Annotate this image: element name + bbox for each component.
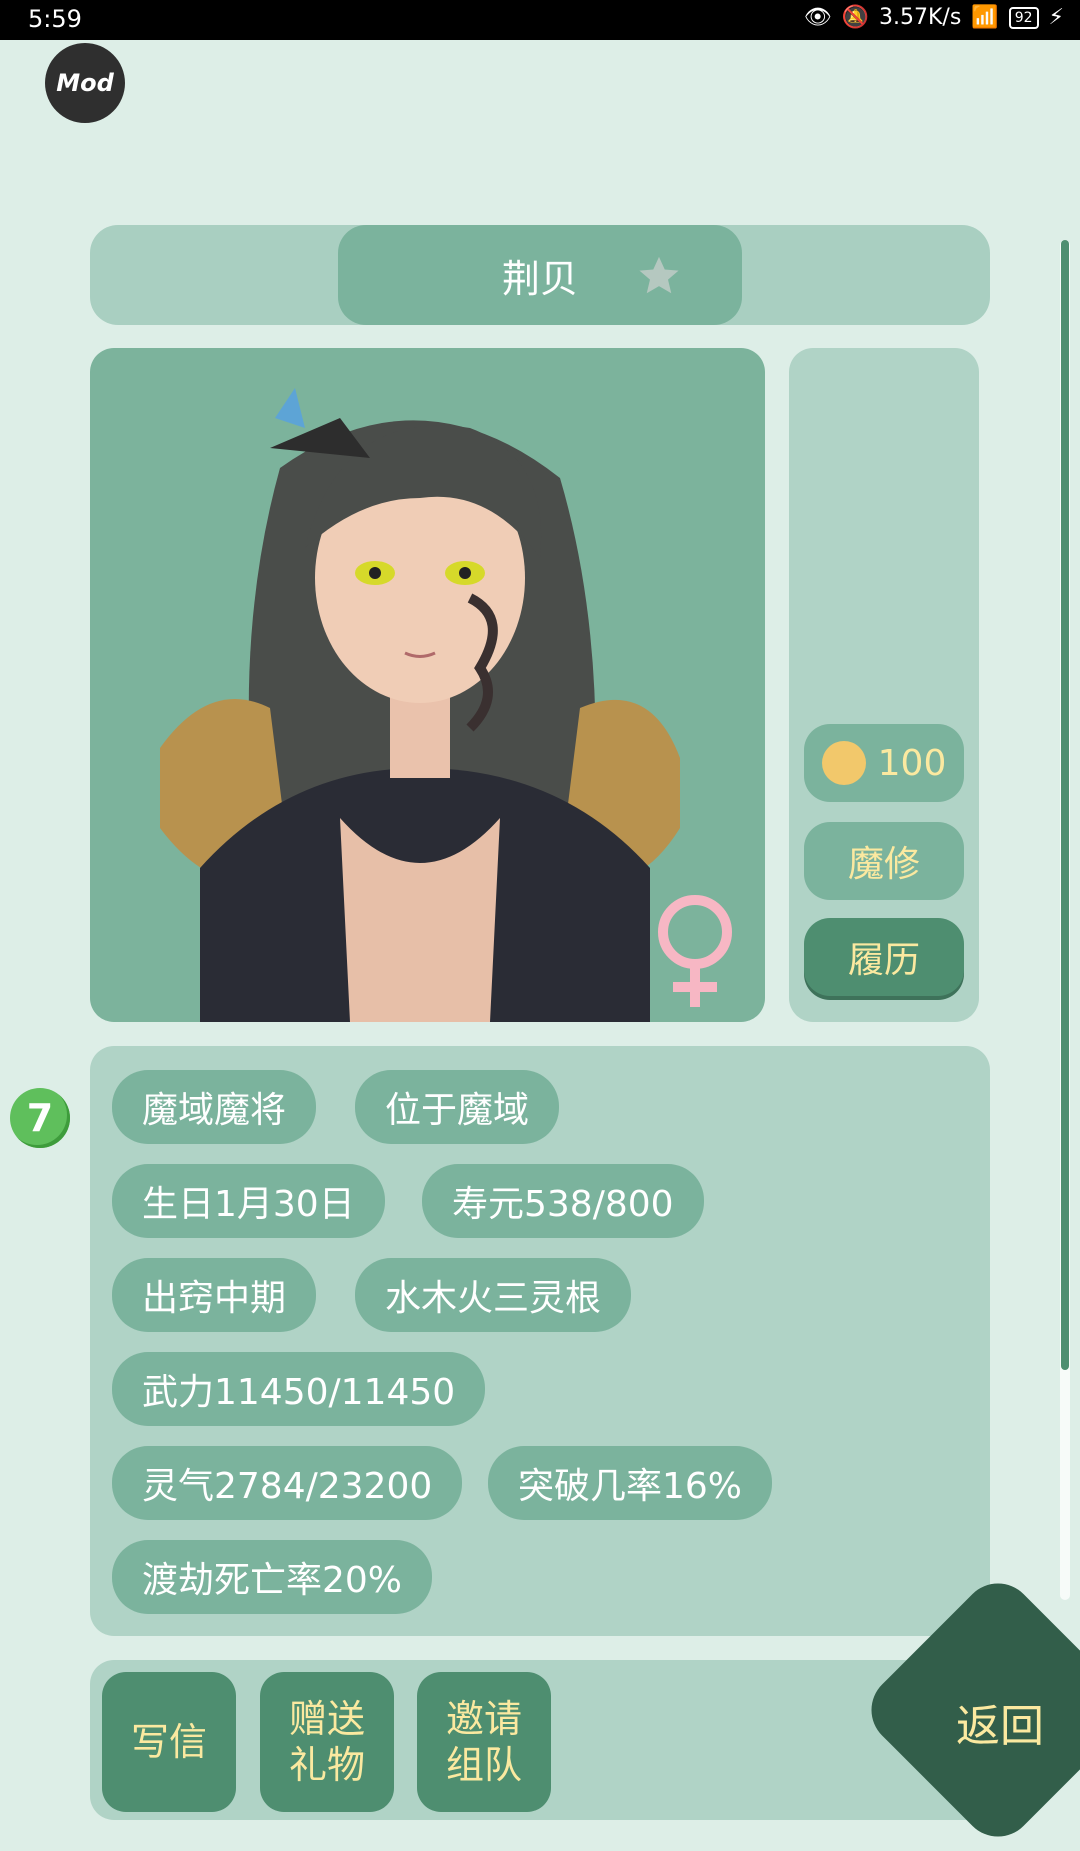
cultivation-type-button[interactable]: 魔修 bbox=[804, 822, 964, 900]
write-letter-label: 写信 bbox=[130, 1720, 207, 1764]
history-button[interactable]: 履历 bbox=[804, 918, 964, 996]
status-right-group: 👁 🔕 3.57K/s 📶 92 ⚡ bbox=[804, 5, 1064, 30]
side-panel: 100 魔修 履历 bbox=[789, 348, 979, 1022]
info-panel: 魔域魔将 位于魔域 生日1月30日 寿元538/800 出窍中期 水木火三灵根 … bbox=[90, 1046, 990, 1636]
invite-team-button[interactable]: 邀请 组队 bbox=[417, 1672, 551, 1812]
write-letter-button[interactable]: 写信 bbox=[102, 1672, 236, 1812]
mod-menu-button[interactable]: Mod bbox=[45, 43, 125, 123]
scrollbar-thumb[interactable] bbox=[1061, 240, 1069, 1370]
level-badge[interactable]: 7 bbox=[10, 1088, 70, 1148]
invite-label-line2: 组队 bbox=[445, 1743, 522, 1787]
gift-label: 赠送 礼物 bbox=[289, 1696, 365, 1788]
tag-realm: 出窍中期 bbox=[112, 1258, 317, 1332]
character-name: 荆贝 bbox=[501, 256, 578, 301]
tag-location: 位于魔域 bbox=[355, 1070, 560, 1144]
favorability-value: 100 bbox=[877, 742, 947, 784]
gift-button[interactable]: 赠送 礼物 bbox=[260, 1672, 394, 1812]
tag-breakthrough-rate: 突破几率16% bbox=[488, 1446, 773, 1520]
status-time: 5:59 bbox=[28, 5, 82, 33]
smile-icon bbox=[821, 741, 866, 785]
star-icon[interactable] bbox=[636, 253, 682, 299]
invite-label-line1: 邀请 bbox=[445, 1697, 522, 1741]
tag-power: 武力11450/11450 bbox=[112, 1352, 486, 1426]
invite-label: 邀请 组队 bbox=[446, 1696, 522, 1788]
battery-icon: 92 bbox=[1008, 6, 1039, 29]
cultivation-type-label: 魔修 bbox=[847, 844, 920, 885]
wifi-icon: 📶 bbox=[971, 5, 999, 30]
tag-lifespan: 寿元538/800 bbox=[422, 1164, 704, 1238]
eye-icon: 👁 bbox=[803, 5, 832, 30]
tag-birthday: 生日1月30日 bbox=[112, 1164, 385, 1238]
net-speed: 3.57K/s bbox=[879, 5, 962, 30]
character-name-pill: 荆贝 bbox=[338, 225, 742, 325]
tag-tribulation-death-rate: 渡劫死亡率20% bbox=[112, 1540, 433, 1614]
tag-title: 魔域魔将 bbox=[112, 1070, 317, 1144]
back-button-label[interactable]: 返回 bbox=[940, 1690, 1060, 1754]
status-bar: 5:59 👁 🔕 3.57K/s 📶 92 ⚡ bbox=[0, 0, 1080, 40]
gift-label-line1: 赠送 bbox=[288, 1697, 365, 1741]
title-bar: 荆贝 bbox=[90, 225, 990, 325]
tag-spirit-energy: 灵气2784/23200 bbox=[112, 1446, 463, 1520]
charging-icon: ⚡ bbox=[1048, 5, 1064, 30]
bell-off-icon: 🔕 bbox=[841, 5, 870, 30]
history-button-label: 履历 bbox=[847, 940, 920, 981]
gift-label-line2: 礼物 bbox=[288, 1743, 365, 1787]
favorability-indicator[interactable]: 100 bbox=[804, 724, 964, 802]
tag-spirit-root: 水木火三灵根 bbox=[355, 1258, 632, 1332]
character-portrait bbox=[90, 348, 765, 1022]
female-icon bbox=[658, 895, 732, 1007]
